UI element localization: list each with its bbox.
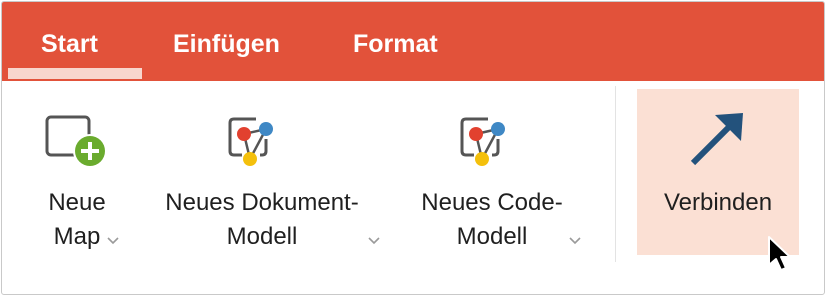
document-model-icon	[228, 117, 273, 166]
tab-format[interactable]: Format	[353, 29, 438, 59]
ribbon-window: Start Einfügen Format Neue Map Neues Dok…	[1, 1, 825, 295]
new-document-model-label-line1: Neues Dokument-	[165, 189, 359, 216]
new-code-model-label-line1: Neues Code-	[421, 189, 563, 216]
tab-insert[interactable]: Einfügen	[173, 29, 280, 59]
chevron-down-icon[interactable]	[367, 235, 381, 245]
connect-button[interactable]: Verbinden	[637, 89, 799, 255]
active-tab-indicator	[8, 68, 142, 79]
tab-start[interactable]: Start	[41, 29, 98, 59]
new-map-icon	[45, 115, 107, 168]
code-model-icon	[460, 117, 505, 166]
mouse-cursor-icon	[768, 236, 791, 271]
new-code-model-label-line2: Modell	[456, 223, 528, 250]
connect-label: Verbinden	[663, 189, 773, 216]
chevron-down-icon[interactable]	[568, 235, 582, 245]
new-map-button[interactable]: Neue Map	[22, 97, 132, 267]
tab-bar: Start Einfügen Format	[2, 2, 824, 81]
new-code-model-button[interactable]: Neues Code- Modell	[402, 97, 582, 267]
new-map-label-line1: Neue	[48, 189, 106, 216]
chevron-down-icon[interactable]	[106, 235, 120, 245]
connect-arrow-icon	[690, 113, 743, 166]
new-document-model-button[interactable]: Neues Dokument- Modell	[142, 97, 382, 267]
new-document-model-label-line2: Modell	[226, 223, 298, 250]
group-separator	[615, 86, 616, 262]
